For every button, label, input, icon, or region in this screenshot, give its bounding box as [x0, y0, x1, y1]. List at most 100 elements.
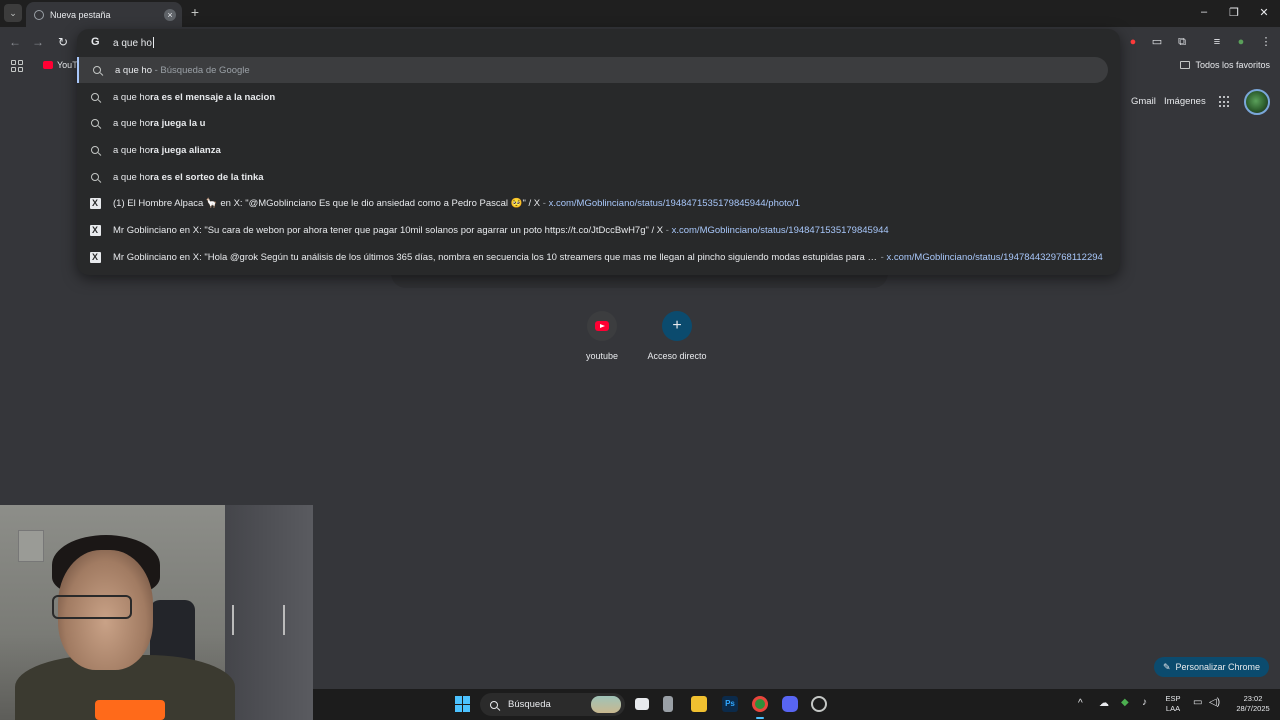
- profile-small-icon[interactable]: ●: [1233, 34, 1249, 50]
- apps-icon[interactable]: [11, 60, 23, 72]
- minimize-icon[interactable]: –: [1197, 6, 1211, 18]
- suggestion-completion: ra es el sorteo de la tinka: [149, 171, 264, 183]
- x-logo-icon: X: [89, 197, 101, 209]
- search-icon: [79, 66, 115, 74]
- suggestion-text: a que ho: [113, 91, 150, 103]
- windows-start-icon[interactable]: [455, 696, 471, 712]
- volume-icon[interactable]: ◁): [1209, 698, 1220, 708]
- suggestion-title: (1) El Hombre Alpaca 🦙 en X: "@MGoblinci…: [113, 197, 541, 209]
- google-apps-icon[interactable]: [1219, 96, 1231, 108]
- suggestion-separator: -: [878, 251, 887, 263]
- suggestion-completion: ra es el mensaje a la nacion: [149, 91, 276, 103]
- chevron-up-icon[interactable]: ^: [1078, 699, 1083, 709]
- forward-icon[interactable]: →: [30, 34, 46, 50]
- shortcut-label: youtube: [585, 351, 619, 361]
- plus-icon: +: [662, 311, 692, 341]
- language-indicator[interactable]: ESP LAA: [1162, 694, 1184, 714]
- taskbar: Búsqueda Ps ^ ☁ ◆ ♪ ESP LAA ▭ ◁) 23:02 2…: [313, 689, 1280, 720]
- suggestion-row[interactable]: a que ho ra es el sorteo de la tinka: [77, 164, 1108, 190]
- address-input[interactable]: a que ho: [113, 37, 154, 49]
- gmail-link[interactable]: Gmail: [1131, 96, 1156, 107]
- youtube-icon: [43, 61, 53, 69]
- suggestion-text: a que ho: [113, 117, 150, 129]
- suggestion-completion: ra juega alianza: [149, 144, 221, 156]
- pencil-icon: ✎: [1162, 661, 1171, 672]
- reload-icon[interactable]: ↻: [55, 34, 71, 50]
- customize-chrome-button[interactable]: ✎ Personalizar Chrome: [1154, 657, 1269, 677]
- search-icon: [77, 146, 113, 154]
- suggestion-row[interactable]: X (1) El Hombre Alpaca 🦙 en X: "@MGoblin…: [77, 190, 1108, 216]
- suggestion-url: x.com/MGoblinciano/status/19484715351798…: [671, 224, 889, 236]
- back-icon[interactable]: ←: [7, 34, 23, 50]
- suggestion-row[interactable]: a que ho ra juega la u: [77, 110, 1108, 136]
- tab-title: Nueva pestaña: [50, 9, 111, 20]
- shortcut-label: Acceso directo: [647, 351, 707, 361]
- suggestion-row[interactable]: a que ho - Búsqueda de Google: [77, 57, 1108, 83]
- extensions-puzzle-icon[interactable]: ⧉: [1174, 34, 1190, 50]
- webcam-overlay: [0, 505, 313, 720]
- images-link[interactable]: Imágenes: [1164, 96, 1206, 107]
- customize-label: Personalizar Chrome: [1175, 662, 1261, 672]
- new-tab-icon[interactable]: +: [188, 5, 202, 19]
- suggestion-text: a que ho: [113, 171, 150, 183]
- wardrobe-door: [225, 505, 313, 720]
- tab-new-tab[interactable]: Nueva pestaña ×: [26, 2, 182, 27]
- app-icon[interactable]: [663, 696, 673, 712]
- suggestion-url: x.com/MGoblinciano/status/19478443297681…: [886, 251, 1103, 263]
- wall-frame: [18, 530, 44, 562]
- menu-dots-icon[interactable]: ⋮: [1258, 34, 1274, 50]
- media-queue-icon[interactable]: ≡: [1209, 34, 1225, 50]
- security-icon[interactable]: ◆: [1121, 698, 1129, 708]
- discord-icon[interactable]: [782, 696, 798, 712]
- suggestion-text: a que ho: [113, 144, 150, 156]
- tab-search-icon[interactable]: ⌄: [4, 4, 22, 22]
- shortcut-add[interactable]: + Acceso directo: [637, 311, 717, 361]
- shortcut-youtube[interactable]: youtube: [562, 311, 642, 361]
- extension-card-icon[interactable]: ▭: [1149, 34, 1165, 50]
- app-gear-icon[interactable]: [811, 696, 827, 712]
- suggestion-title: Mr Goblinciano en X: "Su cara de webon p…: [113, 224, 664, 236]
- mic-icon[interactable]: ♪: [1142, 698, 1147, 708]
- x-logo-icon: X: [89, 251, 101, 263]
- extension-red-icon[interactable]: ●: [1125, 34, 1141, 50]
- folder-icon: [1180, 61, 1191, 69]
- search-highlight-image: [591, 696, 621, 713]
- clock[interactable]: 23:02 28/7/2025: [1233, 694, 1273, 714]
- suggestion-row[interactable]: X Mr Goblinciano en X: "Hola @grok Según…: [77, 244, 1108, 270]
- file-explorer-icon[interactable]: [691, 696, 707, 712]
- taskbar-search-label: Búsqueda: [508, 699, 551, 710]
- suggestion-text: a que ho: [115, 64, 152, 76]
- person-glasses: [52, 595, 132, 619]
- close-window-icon[interactable]: ✕: [1257, 6, 1271, 19]
- suggestion-completion: ra juega la u: [149, 117, 206, 129]
- search-icon: [77, 119, 113, 127]
- suggestion-source: - Búsqueda de Google: [151, 64, 250, 76]
- suggestion-title: Mr Goblinciano en X: "Hola @grok Según t…: [113, 251, 878, 263]
- omnibox-dropdown: G a que ho a que ho - Búsqueda de Google…: [77, 29, 1120, 275]
- suggestion-row[interactable]: X Mr Goblinciano en X: "Su cara de webon…: [77, 217, 1108, 243]
- cloud-icon[interactable]: ☁: [1099, 699, 1109, 709]
- search-icon: [490, 700, 498, 709]
- suggestion-separator: -: [663, 224, 672, 236]
- restore-icon[interactable]: ❐: [1227, 6, 1241, 19]
- network-icon[interactable]: ▭: [1193, 698, 1202, 708]
- suggestion-separator: -: [540, 197, 549, 209]
- taskbar-search[interactable]: Búsqueda: [480, 693, 625, 716]
- orange-light: [95, 700, 165, 720]
- x-logo-icon: X: [89, 224, 101, 236]
- suggestion-row[interactable]: a que ho ra es el mensaje a la nacion: [77, 84, 1108, 110]
- chrome-taskbar-icon[interactable]: [752, 696, 768, 712]
- suggestion-row[interactable]: a que ho ra juega alianza: [77, 137, 1108, 163]
- all-bookmarks[interactable]: Todos los favoritos: [1180, 60, 1270, 70]
- search-icon: [77, 93, 113, 101]
- all-bookmarks-label: Todos los favoritos: [1195, 60, 1270, 70]
- task-view-icon[interactable]: [635, 698, 649, 710]
- tab-strip: ⌄ Nueva pestaña × + – ❐ ✕: [0, 0, 1280, 27]
- photoshop-icon[interactable]: Ps: [722, 696, 738, 712]
- google-g-icon: G: [91, 36, 100, 48]
- chrome-icon: [34, 9, 44, 20]
- close-tab-icon[interactable]: ×: [164, 8, 176, 21]
- youtube-shortcut-icon: [587, 311, 617, 341]
- avatar[interactable]: [1244, 89, 1270, 115]
- suggestion-url: x.com/MGoblinciano/status/19484715351798…: [548, 197, 800, 209]
